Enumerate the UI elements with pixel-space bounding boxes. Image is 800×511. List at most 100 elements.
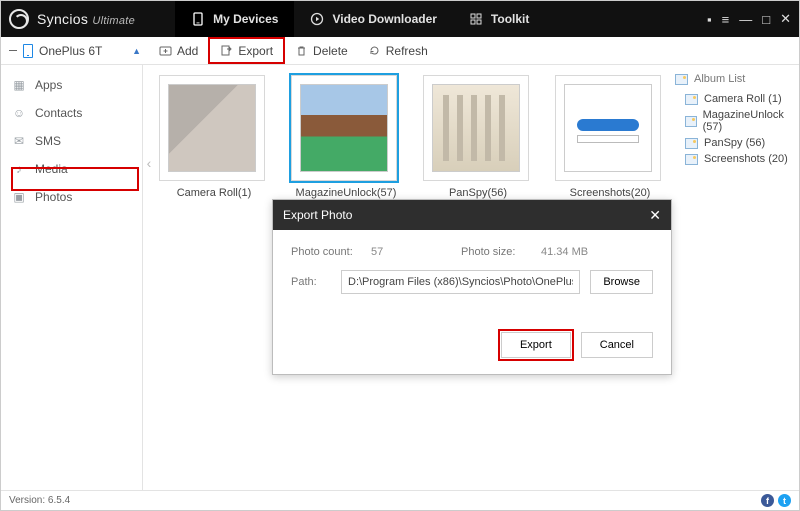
picture-icon <box>685 94 698 105</box>
list-item[interactable]: PanSpy (56) <box>675 135 793 151</box>
brand-edition: Ultimate <box>92 15 135 27</box>
album-magazine-unlock[interactable]: MagazineUnlock(57) <box>291 75 401 199</box>
album-list-panel: Album List Camera Roll (1) MagazineUnloc… <box>669 65 799 490</box>
list-item-label: MagazineUnlock (57) <box>703 109 793 133</box>
device-icon <box>23 44 33 58</box>
refresh-button[interactable]: Refresh <box>358 37 438 64</box>
tab-toolkit[interactable]: Toolkit <box>453 1 545 37</box>
dialog-footer: Export Cancel <box>273 322 671 374</box>
refresh-icon <box>368 44 381 57</box>
sidebar-item-media[interactable]: ♪ Media <box>1 155 142 183</box>
contacts-icon: ☺ <box>11 105 27 121</box>
list-item-label: Camera Roll (1) <box>704 93 782 105</box>
trash-icon <box>295 44 308 57</box>
tab-video-downloader[interactable]: Video Downloader <box>294 1 452 37</box>
grid-icon <box>469 12 483 26</box>
browse-button[interactable]: Browse <box>590 270 653 294</box>
brand-name: Syncios <box>37 11 88 27</box>
add-button[interactable]: Add <box>149 37 208 64</box>
app-brand: Syncios Ultimate <box>37 11 135 27</box>
album-caption: Screenshots(20) <box>555 187 665 199</box>
tab-my-devices[interactable]: My Devices <box>175 1 294 37</box>
minimize-icon[interactable]: — <box>739 12 752 27</box>
social-links: f t <box>761 494 791 507</box>
message-icon[interactable]: ▪ <box>707 12 712 27</box>
picture-icon <box>685 154 698 165</box>
close-icon[interactable]: ✕ <box>780 11 791 27</box>
photos-icon: ▣ <box>11 189 27 205</box>
picture-icon <box>675 74 688 85</box>
device-selector[interactable]: OnePlus 6T ▲ <box>1 37 149 64</box>
dialog-body: Photo count: 57 Photo size: 41.34 MB Pat… <box>273 230 671 322</box>
album-thumb <box>564 84 652 172</box>
album-panspy[interactable]: PanSpy(56) <box>423 75 533 199</box>
export-button[interactable]: Export <box>208 37 285 64</box>
picture-icon <box>685 138 698 149</box>
facebook-icon[interactable]: f <box>761 494 774 507</box>
dialog-header[interactable]: Export Photo ✕ <box>273 200 671 230</box>
sidebar-item-contacts[interactable]: ☺ Contacts <box>1 99 142 127</box>
photo-count-label: Photo count: <box>291 246 371 258</box>
photo-count-value: 57 <box>371 246 461 258</box>
list-item[interactable]: MagazineUnlock (57) <box>675 107 793 135</box>
album-camera-roll[interactable]: Camera Roll(1) <box>159 75 269 199</box>
album-thumb <box>168 84 256 172</box>
media-icon: ♪ <box>11 161 27 177</box>
maximize-icon[interactable]: □ <box>762 12 770 27</box>
sidebar: ▦ Apps ☺ Contacts ✉ SMS ♪ Media ▣ Photos <box>1 65 143 490</box>
sidebar-item-photos[interactable]: ▣ Photos <box>1 183 142 211</box>
sidebar-item-apps[interactable]: ▦ Apps <box>1 71 142 99</box>
twitter-icon[interactable]: t <box>778 494 791 507</box>
refresh-label: Refresh <box>386 44 428 58</box>
dialog-close-icon[interactable]: ✕ <box>649 207 661 224</box>
sidebar-item-label: Contacts <box>35 106 82 120</box>
album-screenshots[interactable]: Screenshots(20) <box>555 75 665 199</box>
play-circle-icon <box>310 12 324 26</box>
toolbar: OnePlus 6T ▲ Add Export Delete Refresh <box>1 37 799 65</box>
menu-icon[interactable]: ≡ <box>722 12 730 27</box>
sidebar-item-label: Photos <box>35 190 72 204</box>
delete-label: Delete <box>313 44 348 58</box>
list-item-label: PanSpy (56) <box>704 137 765 149</box>
album-list-title: Album List <box>694 73 745 85</box>
sms-icon: ✉ <box>11 133 27 149</box>
picture-icon <box>685 116 697 127</box>
path-input[interactable] <box>341 270 580 294</box>
scroll-left-button[interactable]: ‹ <box>143 65 155 490</box>
dialog-export-button[interactable]: Export <box>501 332 571 358</box>
album-thumb <box>300 84 388 172</box>
device-name: OnePlus 6T <box>39 44 102 58</box>
delete-button[interactable]: Delete <box>285 37 358 64</box>
photo-size-value: 41.34 MB <box>541 246 588 258</box>
phone-icon <box>191 12 205 26</box>
list-item[interactable]: Camera Roll (1) <box>675 91 793 107</box>
add-label: Add <box>177 44 198 58</box>
export-icon <box>220 44 233 57</box>
album-caption: Camera Roll(1) <box>159 187 269 199</box>
app-logo-icon <box>9 9 29 29</box>
tab-label: Toolkit <box>491 12 529 26</box>
version-label: Version: 6.5.4 <box>9 495 70 506</box>
sidebar-item-sms[interactable]: ✉ SMS <box>1 127 142 155</box>
list-item[interactable]: Screenshots (20) <box>675 151 793 167</box>
album-caption: MagazineUnlock(57) <box>291 187 401 199</box>
apps-icon: ▦ <box>11 77 27 93</box>
sidebar-item-label: Apps <box>35 78 62 92</box>
list-item-label: Screenshots (20) <box>704 153 788 165</box>
path-label: Path: <box>291 276 341 288</box>
tab-label: Video Downloader <box>332 12 436 26</box>
photo-size-label: Photo size: <box>461 246 541 258</box>
window-controls: ▪ ≡ — □ ✕ <box>707 11 791 27</box>
sidebar-item-label: Media <box>35 162 68 176</box>
export-dialog: Export Photo ✕ Photo count: 57 Photo siz… <box>272 199 672 375</box>
dialog-cancel-button[interactable]: Cancel <box>581 332 653 358</box>
status-bar: Version: 6.5.4 f t <box>1 490 799 510</box>
top-tabs: My Devices Video Downloader Toolkit <box>175 1 545 37</box>
album-caption: PanSpy(56) <box>423 187 533 199</box>
chevron-up-icon: ▲ <box>132 46 141 56</box>
album-thumb <box>432 84 520 172</box>
tab-label: My Devices <box>213 12 278 26</box>
export-label: Export <box>238 44 273 58</box>
plus-folder-icon <box>159 44 172 57</box>
sidebar-item-label: SMS <box>35 134 61 148</box>
